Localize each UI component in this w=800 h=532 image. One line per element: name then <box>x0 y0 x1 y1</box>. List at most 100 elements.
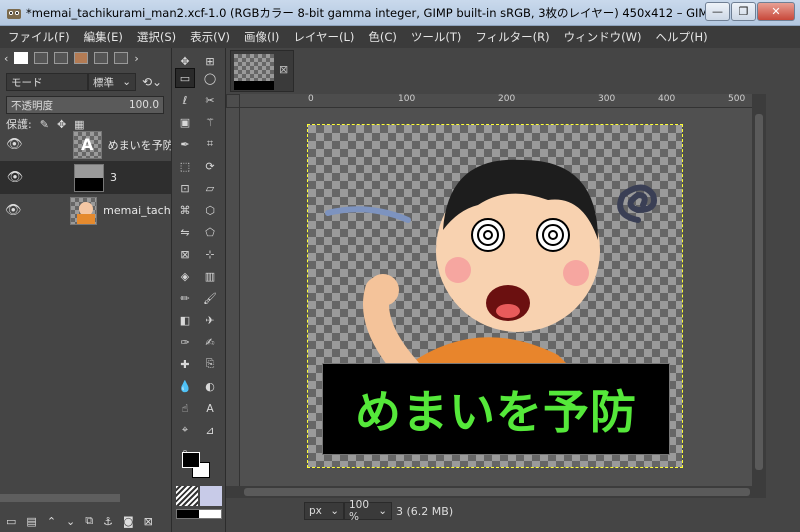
delete-layer-icon[interactable]: ⊠ <box>144 515 153 528</box>
layer-row[interactable]: 👁 3 <box>0 161 171 194</box>
menu-colors[interactable]: 色(C) <box>368 29 397 45</box>
eraser-tool-icon[interactable]: ◧ <box>175 310 195 330</box>
scissors-tool-icon[interactable]: ✂ <box>200 90 220 110</box>
paths-tool-icon[interactable]: ✒ <box>175 134 195 154</box>
menu-help[interactable]: ヘルプ(H) <box>655 29 707 45</box>
close-tab-icon[interactable]: ⊠ <box>279 63 288 76</box>
close-button[interactable]: ✕ <box>757 2 795 21</box>
ruler-tick: 200 <box>498 94 516 104</box>
paintbrush-tool-icon[interactable]: 🖌 <box>200 288 220 308</box>
paths-tab-icon[interactable] <box>54 52 69 64</box>
ink-tool-icon[interactable]: ✑ <box>175 332 195 352</box>
chevron-left-icon[interactable]: ‹ <box>4 52 8 65</box>
brushes-tab-icon[interactable] <box>74 52 89 64</box>
menu-select[interactable]: 選択(S) <box>137 29 176 45</box>
mask-layer-icon[interactable]: ◙ <box>123 515 134 528</box>
anchor-layer-icon[interactable]: ⚓ <box>103 515 113 528</box>
crop-tool-icon[interactable]: ⌗ <box>200 134 220 154</box>
raise-layer-icon[interactable]: ⌃ <box>47 515 56 528</box>
menu-tools[interactable]: ツール(T) <box>411 29 462 45</box>
shear-tool-icon[interactable]: ▱ <box>200 178 220 198</box>
opacity-value: 100.0 <box>128 99 159 111</box>
layers-scrollbar[interactable] <box>0 494 120 502</box>
gradient-preview[interactable] <box>176 509 222 519</box>
image-canvas[interactable]: めまいを予防 <box>307 124 683 468</box>
undo-history-tab-icon[interactable] <box>114 52 129 64</box>
ruler-corner[interactable] <box>226 94 240 108</box>
menu-edit[interactable]: 編集(E) <box>84 29 123 45</box>
unit-value: px <box>309 505 322 517</box>
layer-row[interactable]: 👁 memai_tachik <box>0 194 171 227</box>
chevron-down-icon: ⌄ <box>330 505 339 517</box>
menu-windows[interactable]: ウィンドウ(W) <box>564 29 642 45</box>
shirt-shape <box>77 213 96 224</box>
perspective-tool-icon[interactable]: ⬠ <box>200 222 220 242</box>
opacity-label: 不透明度 <box>11 99 53 112</box>
chevron-right-icon[interactable]: › <box>134 52 138 65</box>
menu-image[interactable]: 画像(I) <box>244 29 279 45</box>
bucket-fill-icon[interactable]: ◈ <box>175 266 195 286</box>
new-group-icon[interactable]: ▤ <box>26 515 36 528</box>
layers-tab-icon[interactable] <box>14 52 29 64</box>
smudge-tool-icon[interactable]: ☝ <box>175 398 195 418</box>
horizontal-scrollbar[interactable] <box>226 486 766 498</box>
measure-tool-icon[interactable]: ⊿ <box>200 420 220 440</box>
menu-file[interactable]: ファイル(F) <box>8 29 70 45</box>
menu-layer[interactable]: レイヤー(L) <box>293 29 354 45</box>
unit-select[interactable]: px ⌄ <box>304 502 344 520</box>
clone-tool-icon[interactable]: ⎘ <box>200 354 220 374</box>
mode-select[interactable]: 標準 ⌄ <box>88 73 136 91</box>
menu-filters[interactable]: フィルター(R) <box>475 29 549 45</box>
rect-select-tool-icon[interactable]: ▭ <box>175 68 195 88</box>
color-picker-icon[interactable]: ⌖ <box>175 420 195 440</box>
vertical-scrollbar[interactable] <box>752 94 766 486</box>
layer-row[interactable]: 👁 A めまいを予防 <box>0 128 171 161</box>
warp-tool-icon[interactable]: ⌘ <box>175 200 195 220</box>
scale-tool-icon[interactable]: ⊡ <box>175 178 195 198</box>
dodge-tool-icon[interactable]: ◐ <box>200 376 220 396</box>
free-select-tool-icon[interactable]: ℓ <box>175 90 195 110</box>
gradient-tool-icon[interactable]: ▥ <box>200 266 220 286</box>
heal-tool-icon[interactable]: ✚ <box>175 354 195 374</box>
rotate-tool-icon[interactable]: ⟳ <box>200 156 220 176</box>
text-tool-icon[interactable]: A <box>200 398 220 418</box>
vertical-scroll-thumb[interactable] <box>755 114 763 470</box>
flip-tool-icon[interactable]: ⇋ <box>175 222 195 242</box>
patterns-tab-icon[interactable] <box>94 52 109 64</box>
ruler-tick: 0 <box>308 94 314 104</box>
fuzzy-select-icon[interactable]: ⚚ <box>200 112 220 132</box>
foreground-select-icon[interactable]: ▣ <box>175 112 195 132</box>
transform-tool-icon[interactable]: ⬚ <box>175 156 195 176</box>
lower-layer-icon[interactable]: ⌄ <box>66 515 75 528</box>
pencil-tool-icon[interactable]: ✏ <box>175 288 195 308</box>
eye-icon[interactable]: 👁 <box>0 203 26 218</box>
mode-reset-icon[interactable]: ⟲⌄ <box>142 75 162 89</box>
pattern-preview[interactable] <box>200 486 222 506</box>
duplicate-layer-icon[interactable]: ⧉ <box>85 514 93 528</box>
status-info: 3 (6.2 MB) <box>396 505 454 518</box>
new-layer-icon[interactable]: ▭ <box>6 515 16 528</box>
unified-transform-icon[interactable]: ⊠ <box>175 244 195 264</box>
ellipse-select-tool-icon[interactable]: ◯ <box>200 68 220 88</box>
horizontal-scroll-thumb[interactable] <box>244 488 750 496</box>
opacity-slider[interactable]: 不透明度 100.0 <box>6 96 164 114</box>
foreground-color-swatch[interactable] <box>182 452 200 468</box>
eye-icon[interactable]: 👁 <box>0 137 29 152</box>
handle-transform-icon[interactable]: ⊹ <box>200 244 220 264</box>
zoom-select[interactable]: 100 % ⌄ <box>344 499 392 523</box>
maximize-button[interactable]: ❐ <box>731 2 756 21</box>
blur-tool-icon[interactable]: 💧 <box>175 376 195 396</box>
menu-view[interactable]: 表示(V) <box>190 29 230 45</box>
minimize-button[interactable]: — <box>705 2 730 21</box>
image-tab-caption-strip <box>234 81 274 90</box>
caption-block[interactable]: めまいを予防 <box>322 363 670 455</box>
brush-preview[interactable] <box>176 486 198 506</box>
airbrush-tool-icon[interactable]: ✈ <box>200 310 220 330</box>
mypaint-tool-icon[interactable]: ✍ <box>200 332 220 352</box>
cage-tool-icon[interactable]: ⬡ <box>200 200 220 220</box>
eye-icon[interactable]: 👁 <box>0 170 30 185</box>
channels-tab-icon[interactable] <box>34 52 49 64</box>
canvas-area[interactable]: めまいを予防 <box>240 108 752 486</box>
mode-label: モード <box>6 73 88 91</box>
image-tab[interactable]: ⊠ <box>230 50 294 92</box>
